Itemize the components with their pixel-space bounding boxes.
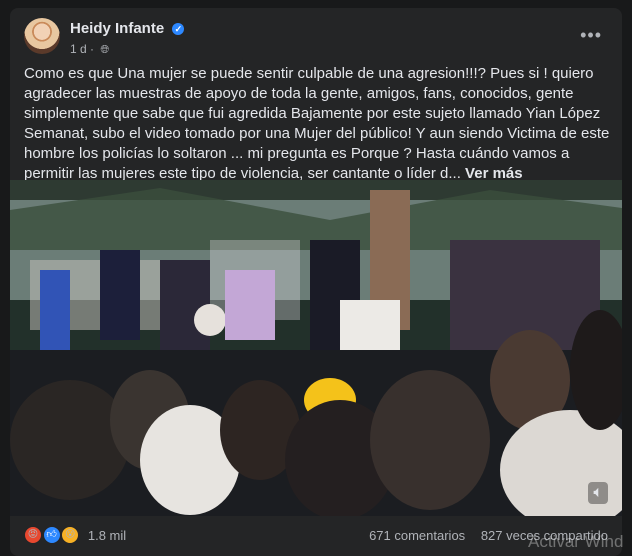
author-name[interactable]: Heidy Infante	[70, 20, 164, 37]
post-meta: 1 d · 🌐︎	[70, 42, 109, 57]
globe-icon: 🌐︎	[100, 44, 110, 56]
video-frame	[10, 180, 622, 516]
comments-count[interactable]: 671 comentarios	[369, 528, 465, 543]
meta-dot: ·	[90, 42, 95, 56]
author-name-row: Heidy Infante ✓	[70, 20, 185, 37]
verified-badge-icon: ✓	[172, 23, 185, 35]
post-time[interactable]: 1 d	[70, 42, 87, 56]
engagement-bar: 😡︎ 👍︎ 😮︎ 1.8 mil 671 comentarios 827 vec…	[24, 520, 608, 550]
more-options-icon[interactable]: •••	[580, 26, 602, 44]
author-avatar[interactable]	[24, 18, 60, 54]
post-header: Heidy Infante ✓ 1 d · 🌐︎ •••	[24, 18, 608, 64]
reactions-summary[interactable]: 😡︎ 👍︎ 😮︎ 1.8 mil	[24, 526, 126, 544]
post-card: Heidy Infante ✓ 1 d · 🌐︎ ••• Como es que…	[10, 8, 622, 556]
wow-icon: 😮︎	[61, 526, 80, 544]
windows-activation-watermark: Activar Wind	[528, 532, 624, 551]
like-icon: 👍︎	[42, 526, 61, 544]
angry-icon: 😡︎	[24, 526, 42, 544]
post-video[interactable]: 🔈︎	[10, 180, 622, 516]
post-text: Como es que Una mujer se puede sentir cu…	[24, 64, 614, 184]
reaction-count[interactable]: 1.8 mil	[88, 528, 126, 543]
volume-icon[interactable]: 🔈︎	[588, 482, 608, 504]
